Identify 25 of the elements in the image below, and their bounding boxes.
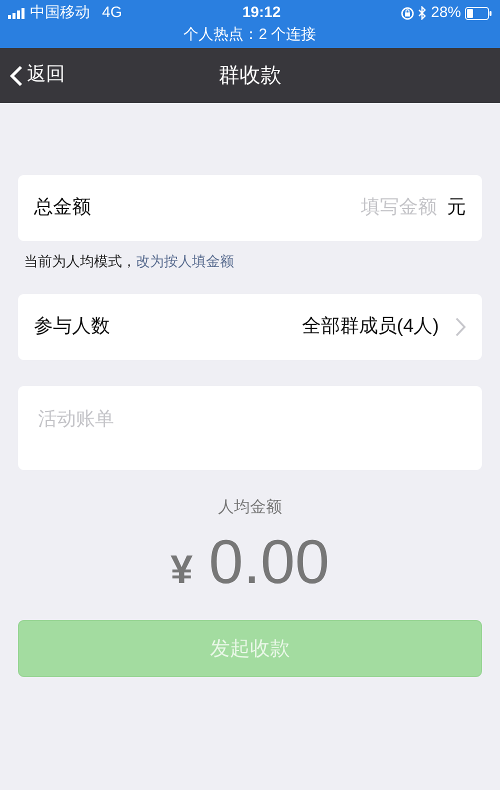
participants-label: 参与人数 bbox=[34, 314, 111, 339]
per-person-amount: 0.00 bbox=[208, 527, 330, 599]
currency-symbol: ¥ bbox=[170, 547, 193, 594]
back-chevron-icon bbox=[10, 64, 23, 86]
battery-percent: 28% bbox=[430, 2, 462, 23]
network-type: 4G bbox=[102, 2, 122, 23]
hotspot-status: 个人热点：2 个连接 bbox=[184, 26, 316, 43]
participants-value: 全部群成员(4人) bbox=[302, 314, 439, 339]
bluetooth-icon bbox=[418, 6, 427, 20]
per-person-label: 人均金额 bbox=[218, 499, 282, 516]
rotation-lock-icon bbox=[400, 6, 414, 20]
currency-unit: 元 bbox=[447, 196, 466, 220]
status-time: 19:12 bbox=[242, 2, 281, 23]
signal-icon bbox=[8, 8, 26, 18]
mode-hint: 当前为人均模式，改为按人填金额 bbox=[24, 253, 234, 269]
participants-row[interactable]: 参与人数 全部群成员(4人) bbox=[18, 294, 482, 360]
mode-switch-link[interactable]: 改为按人填金额 bbox=[136, 253, 234, 269]
bill-input[interactable]: 活动账单 bbox=[18, 386, 482, 470]
total-amount-label: 总金额 bbox=[34, 196, 92, 220]
page-title: 群收款 bbox=[218, 64, 282, 87]
amount-input[interactable]: 填写金额 bbox=[319, 192, 439, 224]
back-button[interactable]: 返回 bbox=[0, 61, 65, 90]
battery-icon bbox=[465, 6, 492, 20]
carrier-name: 中国移动 bbox=[30, 2, 90, 23]
chevron-right-icon bbox=[455, 317, 466, 337]
